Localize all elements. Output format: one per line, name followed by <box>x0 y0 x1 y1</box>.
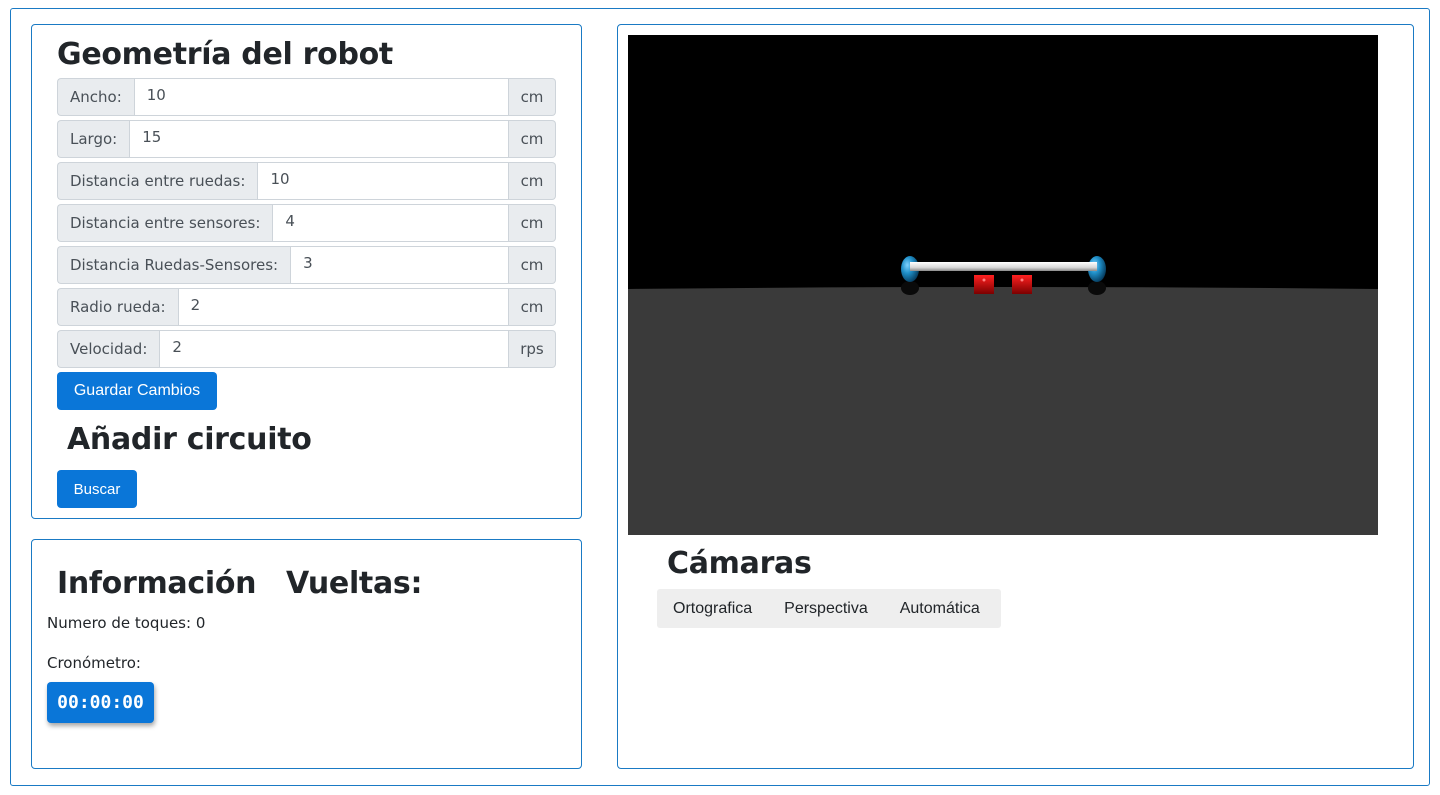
sensor-right-light <box>1020 278 1024 282</box>
chrono-display: 00:00:00 <box>47 682 154 723</box>
geometry-row-distancia-sensores: Distancia entre sensores: 4 cm <box>57 204 556 242</box>
search-circuit-button[interactable]: Buscar <box>57 470 137 508</box>
velocidad-unit: rps <box>509 330 556 368</box>
distancia-sensores-label: Distancia entre sensores: <box>57 204 273 242</box>
touches-count: Numero de toques: 0 <box>47 614 206 632</box>
sky <box>628 35 1378 288</box>
scene-svg <box>628 35 1378 535</box>
wheel-shadow-right <box>1088 281 1106 295</box>
ancho-unit: cm <box>509 78 556 116</box>
info-panel: Información Vueltas: Numero de toques: 0… <box>31 539 582 769</box>
laps-title: Vueltas: <box>286 566 423 601</box>
largo-input[interactable]: 15 <box>129 120 509 158</box>
geometry-row-radio-rueda: Radio rueda: 2 cm <box>57 288 556 326</box>
distancia-ruedas-unit: cm <box>509 162 556 200</box>
distancia-sensores-unit: cm <box>509 204 556 242</box>
sensor-left <box>974 275 994 294</box>
distancia-ruedas-label: Distancia entre ruedas: <box>57 162 258 200</box>
geometry-row-largo: Largo: 15 cm <box>57 120 556 158</box>
info-title: Información <box>57 566 257 601</box>
ruedas-sensores-unit: cm <box>509 246 556 284</box>
camera-orthographic-button[interactable]: Ortografica <box>657 589 768 628</box>
distancia-ruedas-input[interactable]: 10 <box>257 162 509 200</box>
geometry-row-velocidad: Velocidad: 2 rps <box>57 330 556 368</box>
largo-unit: cm <box>509 120 556 158</box>
cameras-title: Cámaras <box>667 546 812 581</box>
largo-label: Largo: <box>57 120 130 158</box>
ruedas-sensores-label: Distancia Ruedas-Sensores: <box>57 246 291 284</box>
ruedas-sensores-input[interactable]: 3 <box>290 246 509 284</box>
geometry-row-ancho: Ancho: 10 cm <box>57 78 556 116</box>
ancho-input[interactable]: 10 <box>133 78 509 116</box>
simulation-canvas[interactable] <box>628 35 1378 535</box>
simulation-panel: Cámaras Ortografica Perspectiva Automáti… <box>617 24 1414 769</box>
sensor-right <box>1012 275 1032 294</box>
distancia-sensores-input[interactable]: 4 <box>272 204 509 242</box>
radio-rueda-label: Radio rueda: <box>57 288 178 326</box>
camera-automatic-button[interactable]: Automática <box>884 589 996 628</box>
radio-rueda-unit: cm <box>509 288 556 326</box>
save-changes-button[interactable]: Guardar Cambios <box>57 372 217 410</box>
wheel-shadow-left <box>901 281 919 295</box>
camera-perspective-button[interactable]: Perspectiva <box>768 589 884 628</box>
chrono-label: Cronómetro: <box>47 654 141 672</box>
robot-axle <box>910 262 1097 271</box>
radio-rueda-input[interactable]: 2 <box>177 288 509 326</box>
geometry-row-distancia-ruedas: Distancia entre ruedas: 10 cm <box>57 162 556 200</box>
ancho-label: Ancho: <box>57 78 134 116</box>
velocidad-label: Velocidad: <box>57 330 160 368</box>
sensor-left-light <box>982 278 986 282</box>
velocidad-input[interactable]: 2 <box>159 330 509 368</box>
floor <box>628 287 1378 535</box>
geometry-row-ruedas-sensores: Distancia Ruedas-Sensores: 3 cm <box>57 246 556 284</box>
camera-button-group: Ortografica Perspectiva Automática <box>657 589 1001 628</box>
geometry-panel: Geometría del robot Ancho: 10 cm Largo: … <box>31 24 582 519</box>
add-circuit-title: Añadir circuito <box>67 422 312 457</box>
geometry-title: Geometría del robot <box>57 37 393 72</box>
